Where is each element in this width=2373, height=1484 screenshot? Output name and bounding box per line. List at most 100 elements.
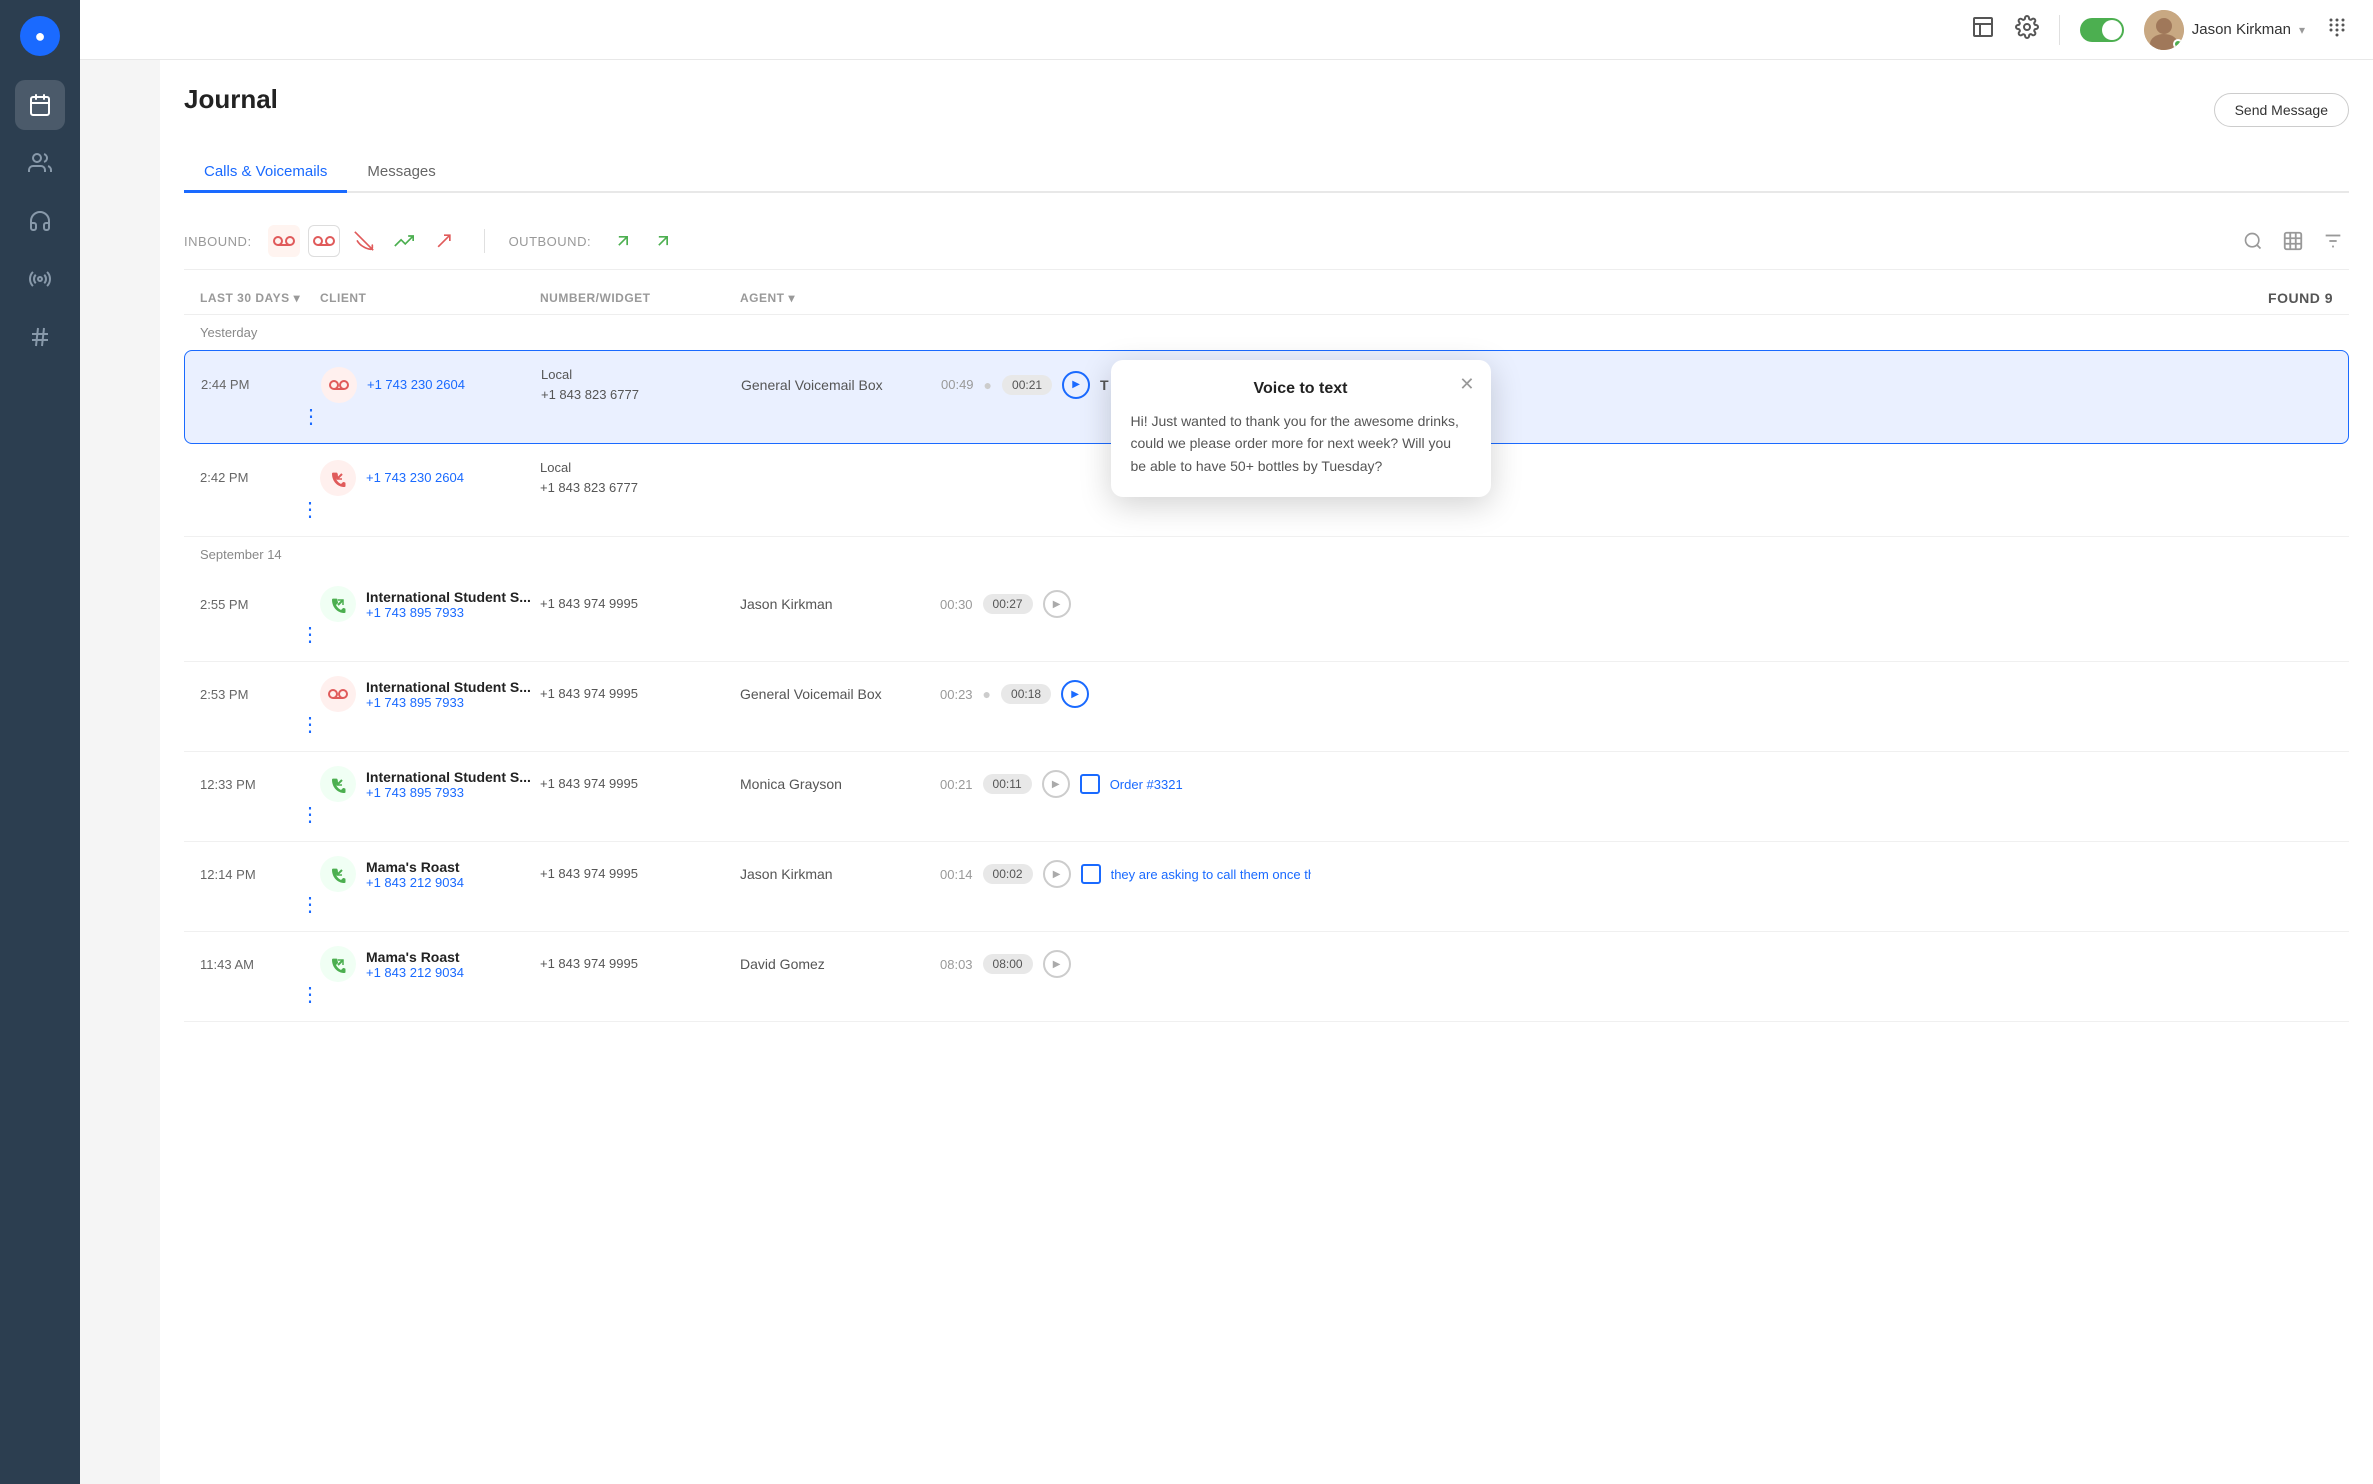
sidebar-item-hashtag[interactable]	[15, 312, 65, 362]
call-time: 12:33 PM	[200, 777, 320, 792]
export-icon[interactable]	[2277, 225, 2309, 257]
filter-voicemail-btn[interactable]	[268, 225, 300, 257]
filter-voicemail-all-btn[interactable]	[308, 225, 340, 257]
call-time: 2:44 PM	[201, 377, 321, 392]
analytics-icon[interactable]	[1971, 15, 1995, 45]
client-name: International Student S...	[366, 679, 531, 695]
client-col: International Student S... +1 743 895 79…	[320, 766, 540, 802]
client-phone: +1 843 212 9034	[366, 965, 464, 980]
tab-calls-voicemails[interactable]: Calls & Voicemails	[184, 153, 347, 193]
play-button[interactable]: ▶	[1043, 590, 1071, 618]
more-options-button[interactable]: ⋮	[300, 982, 320, 1007]
call-out-icon	[320, 586, 356, 622]
filter-inbound2-btn[interactable]	[428, 225, 460, 257]
table-row[interactable]: 11:43 AM Mama's Roast +1 843 212 9034 +1…	[184, 932, 2349, 1022]
more-options-button[interactable]: ⋮	[300, 712, 320, 737]
play-button[interactable]: ▶	[1043, 860, 1071, 888]
col-agent[interactable]: AGENT ▾	[740, 290, 940, 306]
agent-col: General Voicemail Box	[740, 686, 940, 702]
more-options-button[interactable]: ⋮	[301, 404, 321, 429]
note-link[interactable]: they are asking to call them once th...	[1111, 867, 1311, 882]
chevron-down-icon: ▾	[294, 291, 301, 305]
col-date[interactable]: LAST 30 DAYS ▾	[200, 290, 320, 306]
note-icon	[1080, 774, 1100, 794]
play-button[interactable]: ▶	[1043, 950, 1071, 978]
app-logo: ●	[20, 16, 60, 56]
call-in-icon	[320, 856, 356, 892]
client-phone: +1 743 895 7933	[366, 605, 531, 620]
note-link[interactable]: Order #3321	[1110, 777, 1183, 792]
dialpad-icon[interactable]	[2325, 15, 2349, 45]
call-in-icon	[320, 460, 356, 496]
filter-divider	[484, 229, 485, 253]
table-row[interactable]: 2:53 PM International Student S... +1 74…	[184, 662, 2349, 752]
tab-messages[interactable]: Messages	[347, 153, 455, 193]
status-toggle[interactable]	[2080, 18, 2124, 42]
date-separator-yesterday: Yesterday	[184, 315, 2349, 350]
client-phone: +1 743 230 2604	[366, 470, 464, 485]
call-time: 2:53 PM	[200, 687, 320, 702]
more-options-button[interactable]: ⋮	[300, 892, 320, 917]
call-time: 2:42 PM	[200, 470, 320, 485]
popover-title: Voice to text	[1131, 380, 1471, 398]
play-button[interactable]: ▶	[1061, 680, 1089, 708]
note-icon	[1081, 864, 1101, 884]
more-options-button[interactable]: ⋮	[300, 622, 320, 647]
table-row[interactable]: 2:55 PM International Student S... +1 74…	[184, 572, 2349, 662]
client-phone: +1 743 895 7933	[366, 785, 531, 800]
filter-inbound-btn[interactable]	[388, 225, 420, 257]
duration1: 00:21	[940, 777, 973, 792]
recording-pill: 00:21	[1002, 375, 1052, 395]
filter-settings-icon[interactable]	[2317, 225, 2349, 257]
transcript-icon[interactable]: T	[1100, 377, 1109, 393]
number-col: Local+1 843 823 6777	[541, 365, 741, 404]
meta-col: 08:03 08:00 ▶	[940, 950, 2333, 978]
sidebar-item-contacts[interactable]	[15, 138, 65, 188]
client-phone: +1 743 230 2604	[367, 377, 465, 392]
client-phone: +1 743 895 7933	[366, 695, 531, 710]
popover-text: Hi! Just wanted to thank you for the awe…	[1131, 410, 1471, 477]
agent-col: Jason Kirkman	[740, 596, 940, 612]
play-button[interactable]: ▶	[1042, 770, 1070, 798]
play-button[interactable]: ▶	[1062, 371, 1090, 399]
page-title: Journal	[184, 84, 278, 115]
settings-icon[interactable]	[2015, 15, 2039, 45]
meta-col: 00:21 00:11 ▶ Order #3321	[940, 770, 2333, 798]
sidebar-item-headset[interactable]	[15, 196, 65, 246]
sidebar-item-calendar[interactable]	[15, 80, 65, 130]
meta-col: 00:30 00:27 ▶	[940, 590, 2333, 618]
duration1: 00:14	[940, 867, 973, 882]
duration1: 00:30	[940, 597, 973, 612]
agent-col: Monica Grayson	[740, 776, 940, 792]
more-options-button[interactable]: ⋮	[300, 802, 320, 827]
agent-col: Jason Kirkman	[740, 866, 940, 882]
filter-missed-btn[interactable]	[348, 225, 380, 257]
recording-pill: 00:27	[983, 594, 1033, 614]
outbound-filters	[607, 225, 679, 257]
table-header: LAST 30 DAYS ▾ CLIENT NUMBER/WIDGET AGEN…	[184, 282, 2349, 315]
table-row[interactable]: 12:33 PM International Student S... +1 7…	[184, 752, 2349, 842]
user-menu[interactable]: Jason Kirkman ▾	[2144, 10, 2305, 50]
call-time: 11:43 AM	[200, 957, 320, 972]
filter-outbound-btn[interactable]	[607, 225, 639, 257]
more-options-button[interactable]: ⋮	[300, 497, 320, 522]
number-col: Local+1 843 823 6777	[540, 458, 740, 497]
duration1: 00:49	[941, 377, 974, 392]
inbound-label: INBOUND:	[184, 234, 252, 249]
table-row[interactable]: 12:14 PM Mama's Roast +1 843 212 9034 +1…	[184, 842, 2349, 932]
sidebar: ●	[0, 0, 80, 1484]
call-time: 2:55 PM	[200, 597, 320, 612]
chevron-down-icon: ▾	[789, 291, 796, 305]
client-name: International Student S...	[366, 769, 531, 785]
recording-pill: 08:00	[983, 954, 1033, 974]
number-col: +1 843 974 9995	[540, 774, 740, 794]
client-col: Mama's Roast +1 843 212 9034	[320, 946, 540, 982]
send-message-button[interactable]: Send Message	[2214, 93, 2349, 127]
col-client: CLIENT	[320, 290, 540, 306]
search-icon[interactable]	[2237, 225, 2269, 257]
sidebar-item-network[interactable]	[15, 254, 65, 304]
close-icon[interactable]: ✕	[1459, 374, 1474, 395]
filter-outbound2-btn[interactable]	[647, 225, 679, 257]
client-phone: +1 843 212 9034	[366, 875, 464, 890]
duration1: 00:23	[940, 687, 973, 702]
